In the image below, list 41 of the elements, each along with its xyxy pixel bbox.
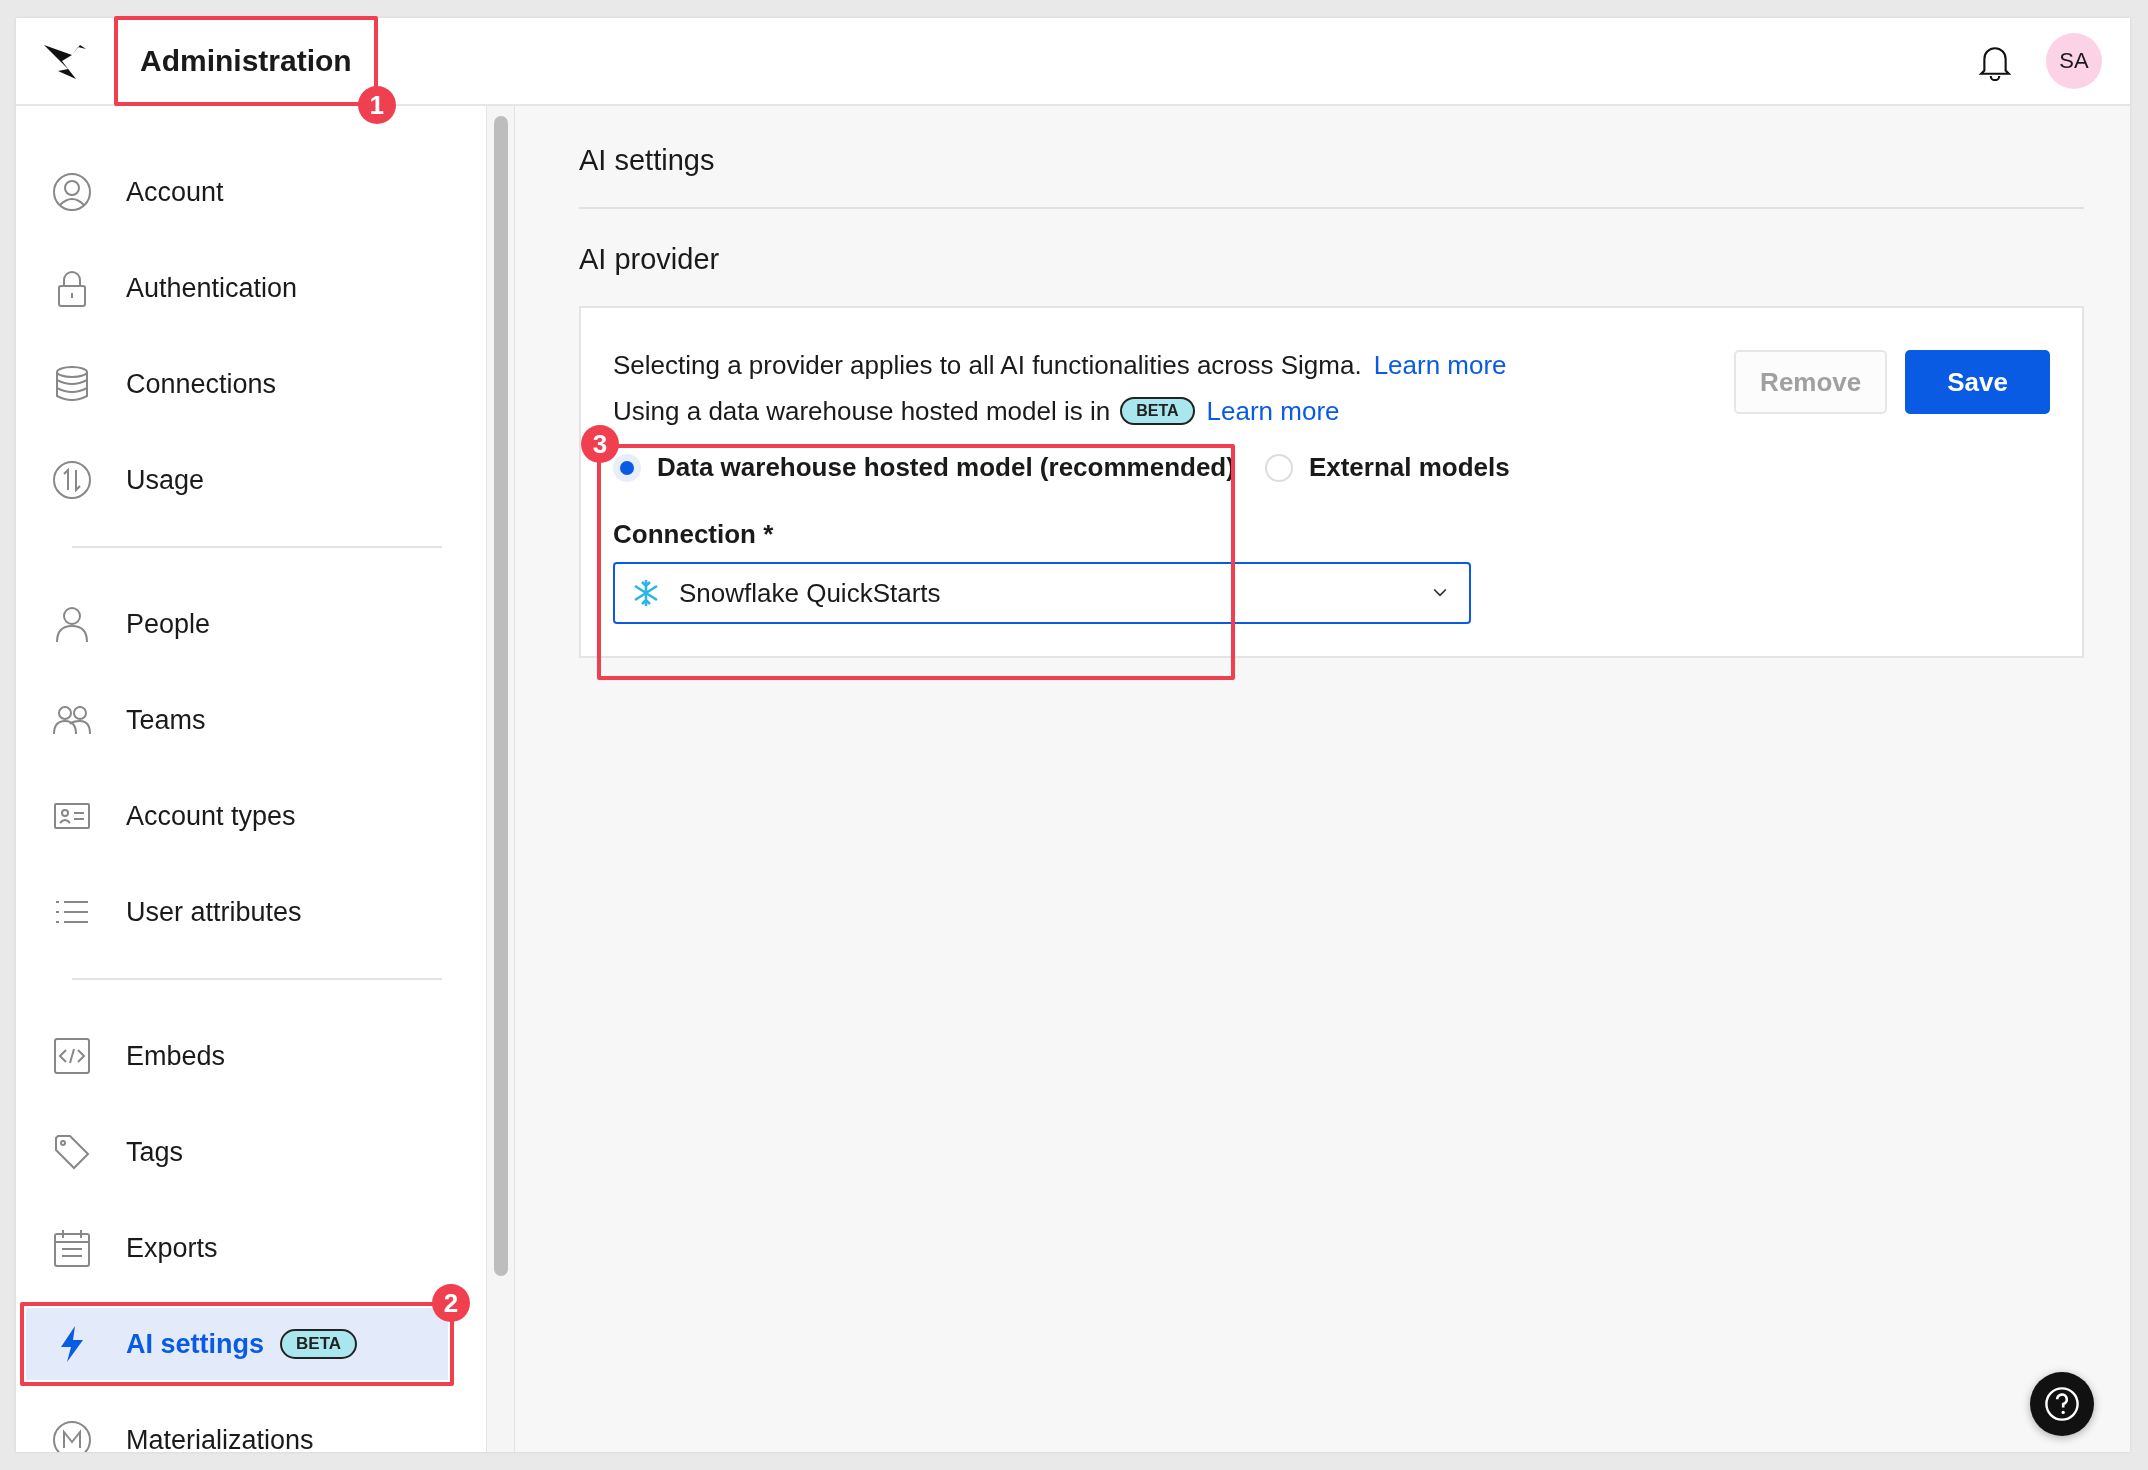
page-title: Administration [140,44,352,77]
beta-badge: BETA [1120,397,1195,425]
beta-badge: BETA [280,1329,358,1359]
save-button[interactable]: Save [1905,350,2050,414]
radio-label: Data warehouse hosted model (recommended) [657,452,1235,483]
page-heading: AI settings [579,144,716,177]
radio-button[interactable] [1264,453,1293,482]
connection-dropdown[interactable]: Snowflake QuickStarts [613,562,1471,624]
sidebar-item[interactable]: Connections [26,348,448,420]
radio-button[interactable] [613,453,641,482]
learn-more-link[interactable]: Learn more [1373,349,1507,381]
radio-label: External models [1308,452,1510,483]
scrollbar-thumb[interactable] [493,116,508,1276]
annotation-badge: 1 [357,86,396,124]
section-heading: AI provider [579,243,721,276]
annotation-badge: 2 [432,1284,470,1322]
calendar-icon [52,1228,92,1268]
learn-more-link[interactable]: Learn more [1206,395,1340,427]
arrows-circle-icon [52,460,92,500]
description-text: Selecting a provider applies to all AI functionalities across Sigma. [613,349,1362,381]
sidebar-item[interactable]: Materializations [26,1404,448,1452]
chevron-down-icon [1433,588,1447,598]
user-avatar[interactable]: SA [2046,33,2102,89]
annotation-badge: 3 [581,425,619,463]
sidebar-item[interactable]: Usage [26,444,448,516]
sidebar-item[interactable]: Tags [26,1116,448,1188]
sidebar-item[interactable]: Exports [26,1212,448,1284]
code-icon [52,1036,92,1076]
user-circle-icon [52,172,92,212]
sidebar-item[interactable]: Account [26,156,448,228]
sidebar-item[interactable]: User attributes [26,876,448,948]
description-text: Using a data warehouse hosted model is in [613,395,1111,427]
help-icon [2044,1386,2080,1422]
help-button[interactable] [2030,1372,2094,1436]
sidebar-item[interactable]: Account types [26,780,448,852]
field-label: Connection * [613,519,775,550]
sidebar-item[interactable]: Authentication [26,252,448,324]
tag-icon [52,1132,92,1172]
sidebar-item[interactable]: Embeds [26,1020,448,1092]
sidebar-item[interactable]: People [26,588,448,660]
sidebar-item[interactable]: Teams [26,684,448,756]
